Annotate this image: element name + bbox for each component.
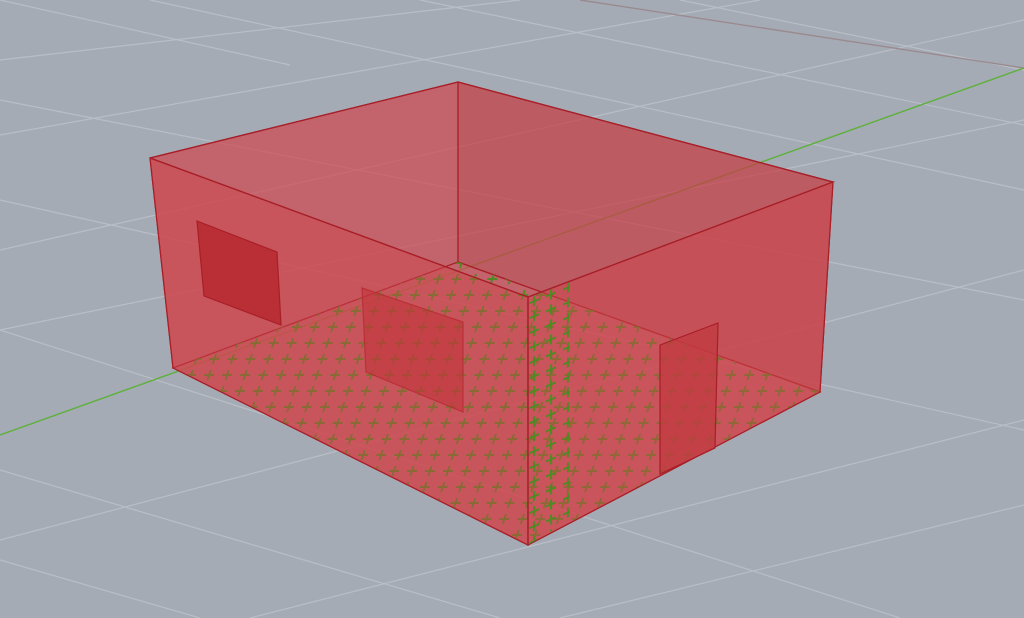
scene-canvas[interactable]	[0, 0, 1024, 618]
door-opening-right-wall[interactable]	[659, 322, 719, 475]
front-wall-sensor-grid	[528, 282, 570, 545]
perspective-3d-viewport[interactable]	[0, 0, 1024, 618]
